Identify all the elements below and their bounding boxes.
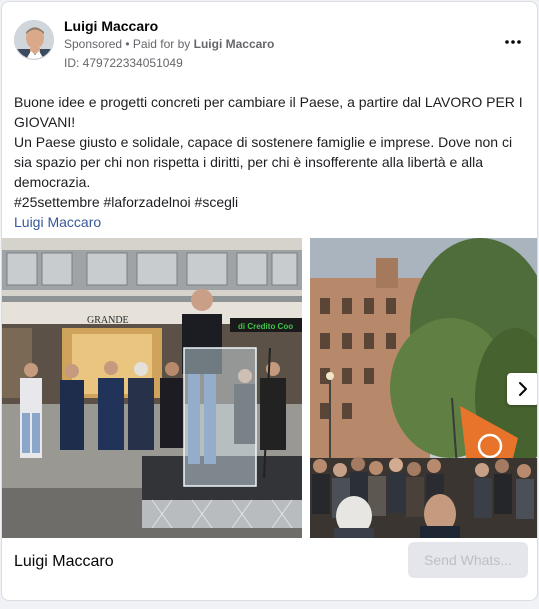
- send-whatsapp-button[interactable]: Send Whats...: [408, 542, 528, 578]
- body-link[interactable]: Luigi Maccaro: [14, 214, 101, 230]
- more-options-button[interactable]: [501, 30, 525, 54]
- more-dots-icon: [505, 40, 521, 44]
- bank-sign: di Credito Coo: [238, 322, 293, 331]
- paid-for-name: Luigi Maccaro: [193, 37, 275, 51]
- carousel-next-button[interactable]: [507, 373, 537, 405]
- separator: •: [122, 37, 133, 51]
- rally-crowd-photo: [310, 238, 537, 538]
- chevron-right-icon: [519, 382, 527, 396]
- sponsored-line: Sponsored • Paid for by Luigi Maccaro: [64, 37, 274, 51]
- ad-id: ID: 479722334051049: [64, 56, 183, 70]
- event-stage-photo: GRANDE di Credito Coo: [2, 238, 302, 538]
- ad-header: Luigi Maccaro Sponsored • Paid for by Lu…: [14, 16, 529, 76]
- ad-body-text: Buone idee e progetti concreti per cambi…: [14, 92, 526, 232]
- footer-title: Luigi Maccaro: [14, 553, 114, 570]
- carousel-slide-1[interactable]: GRANDE di Credito Coo: [2, 238, 302, 538]
- carousel-slide-2[interactable]: [310, 238, 537, 538]
- body-line-2: Un Paese giusto e solidale, capace di so…: [14, 134, 513, 190]
- body-hashtags: #25settembre #laforzadelnoi #scegli: [14, 194, 239, 210]
- paid-for-prefix: Paid for by: [132, 37, 194, 51]
- ad-card: Luigi Maccaro Sponsored • Paid for by Lu…: [1, 1, 538, 601]
- body-line-1: Buone idee e progetti concreti per cambi…: [14, 94, 523, 130]
- advertiser-name[interactable]: Luigi Maccaro: [64, 18, 158, 34]
- image-carousel: GRANDE di Credito Coo: [2, 238, 537, 538]
- avatar[interactable]: [14, 20, 54, 60]
- store-sign: GRANDE: [87, 315, 129, 326]
- avatar-image: [15, 21, 53, 59]
- sponsored-label: Sponsored: [64, 37, 123, 51]
